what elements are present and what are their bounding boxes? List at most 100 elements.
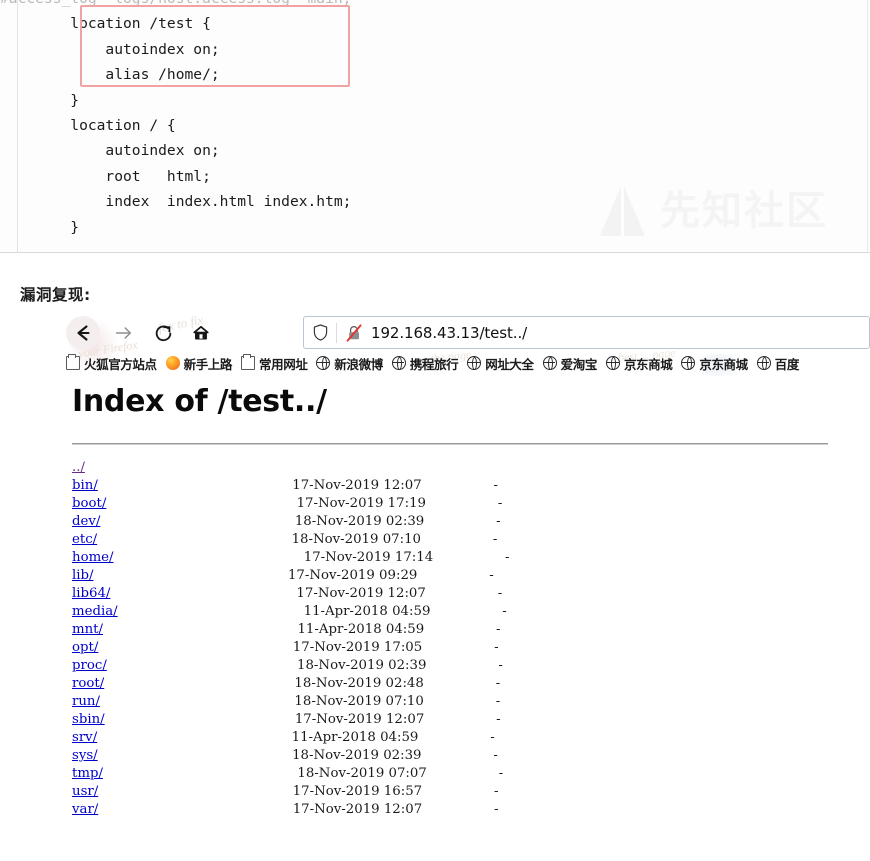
listing-link[interactable]: run/: [72, 694, 100, 709]
listing-link[interactable]: usr/: [72, 784, 98, 799]
listing-row: proc/ 18-Nov-2019 02:39 -: [72, 657, 858, 675]
column-gap: [100, 693, 294, 711]
listing-meta: 18-Nov-2019 02:39 -: [294, 514, 501, 529]
bookmark-label: 爱淘宝: [560, 356, 598, 372]
globe-icon: [681, 356, 696, 371]
column-gap: [97, 531, 291, 549]
bookmark-item[interactable]: 京东商城: [679, 354, 754, 373]
listing-link[interactable]: sbin/: [72, 712, 105, 727]
bookmark-item[interactable]: 京东商城: [604, 354, 679, 373]
listing-meta: 11-Apr-2018 04:59 -: [303, 604, 507, 619]
column-gap: [103, 765, 297, 783]
listing-meta: 11-Apr-2018 04:59 -: [297, 622, 501, 637]
code-line: }: [0, 218, 80, 236]
bookmark-label: 京东商城: [623, 356, 673, 372]
listing-meta: 17-Nov-2019 17:14 -: [303, 550, 510, 565]
column-gap: [98, 783, 292, 801]
listing-row: bin/ 17-Nov-2019 12:07 -: [72, 477, 858, 495]
horizontal-rule: [72, 443, 828, 445]
globe-icon: [605, 356, 620, 371]
listing-link[interactable]: lib/: [72, 568, 94, 583]
listing-link[interactable]: bin/: [72, 478, 98, 493]
listing-row: boot/ 17-Nov-2019 17:19 -: [72, 495, 858, 513]
url-bar[interactable]: 192.168.43.13/test../: [303, 316, 870, 349]
listing-row: usr/ 17-Nov-2019 16:57 -: [72, 783, 858, 801]
listing-link[interactable]: var/: [72, 802, 98, 817]
globe-icon: [316, 356, 331, 371]
listing-link[interactable]: opt/: [72, 640, 98, 655]
listing-link[interactable]: etc/: [72, 532, 97, 547]
listing-meta: 18-Nov-2019 02:39 -: [297, 658, 503, 673]
code-line: location / {: [0, 117, 176, 135]
column-gap: [104, 675, 294, 693]
bookmark-item[interactable]: 新浪微博: [314, 354, 389, 373]
listing-link[interactable]: lib64/: [72, 586, 110, 601]
shield-icon[interactable]: [304, 324, 336, 341]
listing-meta: 17-Nov-2019 09:29 -: [287, 568, 494, 583]
home-button[interactable]: [184, 316, 218, 350]
back-button[interactable]: [66, 316, 100, 350]
bookmark-label: 常用网址: [259, 356, 308, 372]
bookmark-item[interactable]: 携程旅行: [390, 354, 465, 373]
listing-link[interactable]: proc/: [72, 658, 107, 673]
globe-icon: [542, 356, 557, 371]
url-text[interactable]: 192.168.43.13/test../: [371, 324, 527, 342]
column-gap: [97, 729, 291, 747]
code-line: location /test {: [0, 15, 211, 33]
directory-listing: ../ bin/ 17-Nov-2019 12:07 - boot/ 17-No…: [70, 459, 858, 819]
listing-meta: 18-Nov-2019 07:10 -: [294, 694, 501, 709]
bookmark-label: 网址大全: [485, 356, 534, 372]
listing-meta: 17-Nov-2019 12:07 -: [294, 712, 501, 727]
listing-link[interactable]: srv/: [72, 730, 97, 745]
column-gap: [118, 603, 304, 621]
listing-meta: 17-Nov-2019 12:07 -: [292, 478, 499, 493]
listing-row: run/ 18-Nov-2019 07:10 -: [72, 693, 858, 711]
listing-row: ../: [72, 459, 858, 477]
listing-link[interactable]: ../: [72, 460, 85, 475]
bookmark-item[interactable]: 爱淘宝: [541, 354, 604, 373]
listing-link[interactable]: media/: [72, 604, 118, 619]
code-line: alias /home/;: [0, 66, 220, 84]
screenshot-root: #access_log logs/host.access.log main; l…: [0, 0, 870, 861]
column-gap: [94, 567, 288, 585]
listing-link[interactable]: mnt/: [72, 622, 103, 637]
nginx-config-code-panel: #access_log logs/host.access.log main; l…: [0, 0, 870, 253]
listing-link[interactable]: home/: [72, 550, 114, 565]
reload-button[interactable]: [146, 316, 180, 350]
listing-meta: 17-Nov-2019 12:07 -: [296, 586, 503, 601]
listing-row: home/ 17-Nov-2019 17:14 -: [72, 549, 858, 567]
listing-link[interactable]: tmp/: [72, 766, 103, 781]
page-title: Index of /test../: [72, 384, 327, 419]
reload-icon: [155, 325, 171, 341]
listing-meta: 11-Apr-2018 04:59 -: [291, 730, 495, 745]
column-gap: [110, 585, 296, 603]
column-gap: [103, 621, 297, 639]
bookmark-item[interactable]: 网址大全: [465, 354, 540, 373]
bookmark-label: 京东商城: [699, 356, 748, 372]
folder-icon: [241, 354, 256, 370]
listing-row: mnt/ 11-Apr-2018 04:59 -: [72, 621, 858, 639]
bookmark-item[interactable]: 新手上路: [164, 354, 239, 373]
listing-link[interactable]: boot/: [72, 496, 106, 511]
lock-crossed-icon[interactable]: [337, 323, 371, 342]
listing-link[interactable]: dev/: [72, 514, 100, 529]
column-gap: [98, 747, 292, 765]
bookmark-item[interactable]: 百度: [755, 354, 806, 373]
listing-row: media/ 11-Apr-2018 04:59 -: [72, 603, 858, 621]
bookmark-label: 百度: [774, 356, 800, 372]
code-line: }: [0, 91, 80, 109]
code-lines: #access_log logs/host.access.log main; l…: [0, 0, 870, 252]
code-line: index index.html index.htm;: [0, 193, 352, 211]
listing-link[interactable]: sys/: [72, 748, 98, 763]
listing-link[interactable]: root/: [72, 676, 104, 691]
code-line: #access_log logs/host.access.log main;: [0, 0, 870, 11]
listing-row: sys/ 18-Nov-2019 02:39 -: [72, 747, 858, 765]
arrow-left-icon: [77, 325, 90, 341]
bookmark-item[interactable]: 常用网址: [239, 354, 314, 373]
listing-meta: 17-Nov-2019 17:19 -: [296, 496, 503, 511]
forward-button[interactable]: [106, 316, 140, 350]
listing-meta: 17-Nov-2019 17:05 -: [292, 640, 499, 655]
bookmark-item[interactable]: 火狐官方站点: [64, 354, 164, 373]
listing-row: root/ 18-Nov-2019 02:48 -: [72, 675, 858, 693]
